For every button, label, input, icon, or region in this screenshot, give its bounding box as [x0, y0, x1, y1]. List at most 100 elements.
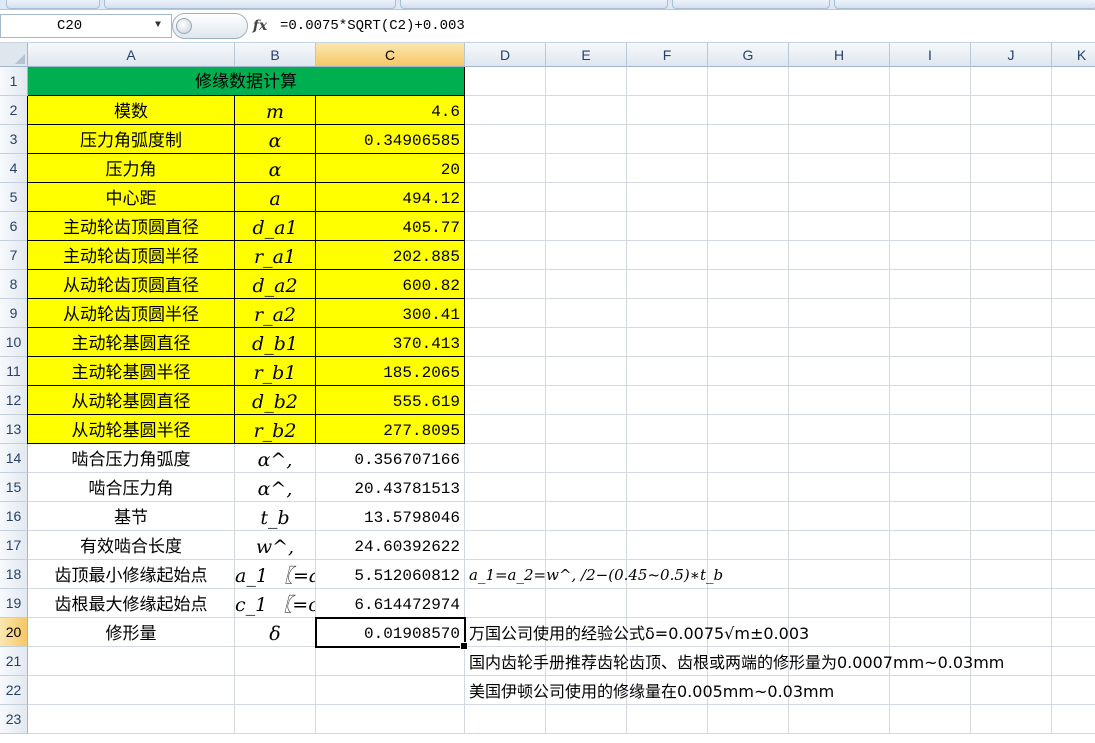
- cell[interactable]: [890, 125, 971, 154]
- cell[interactable]: [890, 589, 971, 618]
- cell[interactable]: [1052, 154, 1095, 183]
- param-symbol[interactable]: w^,: [235, 531, 316, 560]
- cell[interactable]: [708, 386, 789, 415]
- param-label[interactable]: 主动轮基圆直径: [28, 328, 235, 357]
- cell[interactable]: [708, 212, 789, 241]
- cell[interactable]: [465, 589, 546, 618]
- row-header-7[interactable]: 7: [0, 241, 28, 270]
- cell[interactable]: [546, 183, 627, 212]
- cell[interactable]: [627, 270, 708, 299]
- param-label[interactable]: 修形量: [28, 618, 235, 647]
- cell[interactable]: [1052, 270, 1095, 299]
- cell[interactable]: [465, 299, 546, 328]
- cell[interactable]: [1052, 183, 1095, 212]
- cell[interactable]: [971, 96, 1052, 125]
- param-value[interactable]: 20.43781513: [316, 473, 465, 502]
- cell[interactable]: [890, 96, 971, 125]
- cell[interactable]: [971, 618, 1052, 647]
- cell[interactable]: [789, 241, 890, 270]
- param-label[interactable]: 中心距: [28, 183, 235, 212]
- cell[interactable]: [465, 386, 546, 415]
- column-header-f[interactable]: F: [627, 43, 708, 67]
- column-header-b[interactable]: B: [235, 43, 316, 67]
- ribbon-group-4[interactable]: [672, 0, 830, 9]
- cell[interactable]: [708, 531, 789, 560]
- row-header-19[interactable]: 19: [0, 589, 28, 618]
- param-value[interactable]: 0.356707166: [316, 444, 465, 473]
- cell[interactable]: [971, 560, 1052, 589]
- cell[interactable]: [789, 415, 890, 444]
- cell[interactable]: [546, 125, 627, 154]
- param-value[interactable]: 13.5798046: [316, 502, 465, 531]
- row-header-8[interactable]: 8: [0, 270, 28, 299]
- row-header-22[interactable]: 22: [0, 676, 28, 705]
- cell[interactable]: [546, 705, 627, 734]
- cell[interactable]: [789, 502, 890, 531]
- cell[interactable]: [971, 415, 1052, 444]
- name-box[interactable]: C20 ▼: [0, 14, 172, 38]
- cell[interactable]: [546, 299, 627, 328]
- cell[interactable]: [465, 705, 546, 734]
- row-header-23[interactable]: 23: [0, 705, 28, 734]
- cell[interactable]: [708, 67, 789, 96]
- cell[interactable]: [890, 705, 971, 734]
- param-label[interactable]: 啮合压力角弧度: [28, 444, 235, 473]
- cell[interactable]: [789, 270, 890, 299]
- cell[interactable]: [627, 357, 708, 386]
- cell[interactable]: [627, 444, 708, 473]
- ribbon-group-2[interactable]: [104, 0, 396, 9]
- cell[interactable]: [627, 125, 708, 154]
- cell[interactable]: [971, 357, 1052, 386]
- param-symbol[interactable]: m: [235, 96, 316, 125]
- cell[interactable]: [890, 154, 971, 183]
- param-symbol[interactable]: c_1 〖=c: [235, 589, 316, 618]
- row-header-17[interactable]: 17: [0, 531, 28, 560]
- row-header-15[interactable]: 15: [0, 473, 28, 502]
- cell[interactable]: [890, 473, 971, 502]
- param-value[interactable]: 202.885: [316, 241, 465, 270]
- cell[interactable]: [789, 386, 890, 415]
- cell[interactable]: [546, 241, 627, 270]
- ribbon-group-5[interactable]: [834, 0, 1095, 9]
- cell[interactable]: [971, 125, 1052, 154]
- cell[interactable]: [890, 328, 971, 357]
- cell[interactable]: [890, 560, 971, 589]
- row-header-9[interactable]: 9: [0, 299, 28, 328]
- cell[interactable]: [235, 647, 316, 676]
- cell[interactable]: [971, 183, 1052, 212]
- cell[interactable]: [708, 270, 789, 299]
- cell[interactable]: [789, 357, 890, 386]
- param-label[interactable]: 主动轮基圆半径: [28, 357, 235, 386]
- cell[interactable]: [890, 444, 971, 473]
- param-symbol[interactable]: α: [235, 154, 316, 183]
- cell[interactable]: [1052, 96, 1095, 125]
- cell[interactable]: [708, 473, 789, 502]
- param-value[interactable]: 4.6: [316, 96, 465, 125]
- row-header-11[interactable]: 11: [0, 357, 28, 386]
- cell[interactable]: [627, 502, 708, 531]
- cell[interactable]: [890, 270, 971, 299]
- cell[interactable]: [627, 96, 708, 125]
- param-label[interactable]: 模数: [28, 96, 235, 125]
- cell[interactable]: [546, 531, 627, 560]
- cell[interactable]: [1052, 618, 1095, 647]
- cell[interactable]: [971, 676, 1052, 705]
- cell[interactable]: [1052, 676, 1095, 705]
- column-header-i[interactable]: I: [890, 43, 971, 67]
- cell[interactable]: [627, 473, 708, 502]
- param-symbol[interactable]: r_a1: [235, 241, 316, 270]
- param-symbol[interactable]: d_b1: [235, 328, 316, 357]
- fill-handle[interactable]: [460, 642, 468, 650]
- insert-function-icon[interactable]: fx: [248, 14, 272, 38]
- cell[interactable]: [971, 67, 1052, 96]
- param-symbol[interactable]: r_a2: [235, 299, 316, 328]
- cell[interactable]: [546, 357, 627, 386]
- cell[interactable]: [890, 299, 971, 328]
- cell[interactable]: [1052, 241, 1095, 270]
- cell[interactable]: [465, 270, 546, 299]
- cell[interactable]: [890, 67, 971, 96]
- cell[interactable]: [971, 705, 1052, 734]
- param-label[interactable]: 齿顶最小修缘起始点: [28, 560, 235, 589]
- cell[interactable]: [1052, 444, 1095, 473]
- param-label[interactable]: 主动轮齿顶圆直径: [28, 212, 235, 241]
